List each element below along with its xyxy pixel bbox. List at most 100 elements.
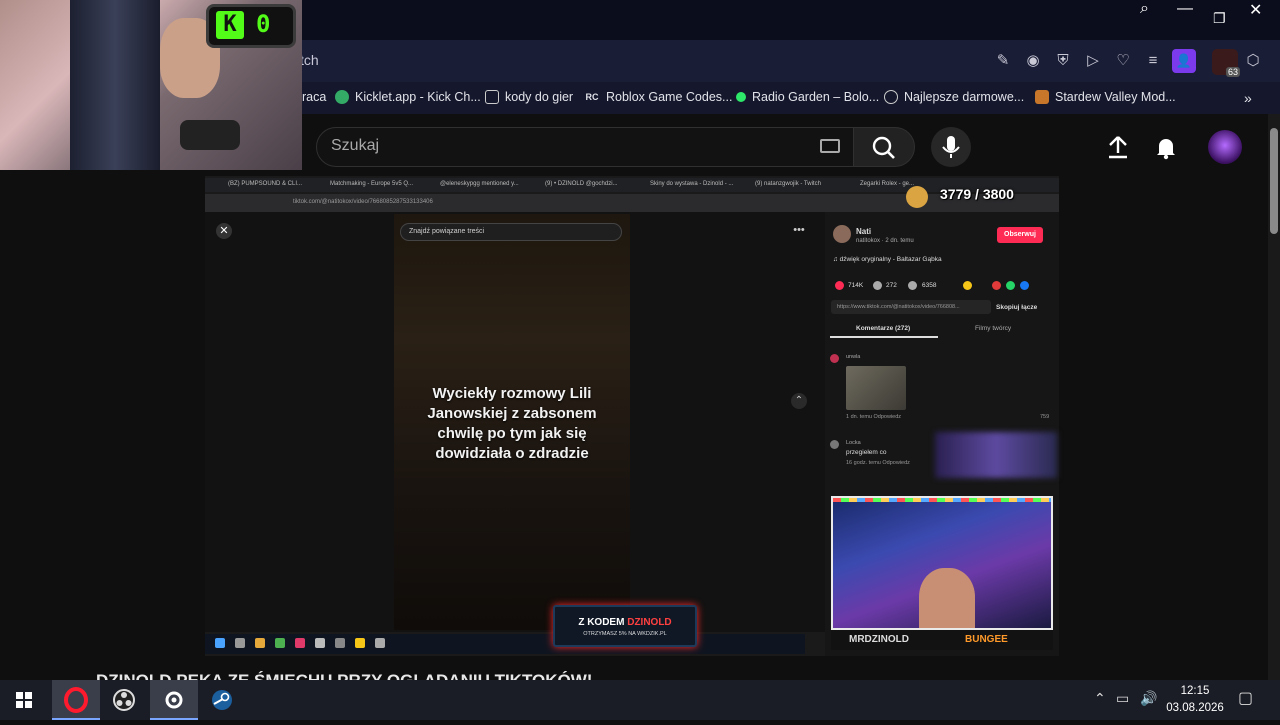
follow-button: Obserwuj [997, 227, 1043, 243]
avatar[interactable] [1208, 130, 1242, 164]
steelseries-icon [165, 691, 183, 709]
url-text[interactable]: tch [300, 52, 319, 68]
cube-icon[interactable]: ⬡ [1242, 50, 1264, 72]
restore-button[interactable]: ❐ [1213, 10, 1226, 27]
avatar [830, 440, 839, 449]
inner-tab: (BZ) PUMPSOUND & CLI... [228, 181, 303, 187]
social-handle: BUNGEE [965, 634, 1008, 645]
mic-icon [942, 136, 960, 158]
search-icon [872, 136, 895, 159]
comment-icon [873, 281, 882, 290]
radio-icon [736, 92, 746, 102]
search-input[interactable] [331, 137, 791, 155]
like-icon [835, 281, 844, 290]
bookmark-item[interactable]: kody do gier [485, 90, 573, 104]
blurred-overlay [935, 432, 1057, 478]
share-icon [1006, 281, 1015, 290]
upload-icon[interactable] [1105, 134, 1131, 160]
streamer-webcam [831, 496, 1053, 630]
inner-taskbar [205, 634, 805, 654]
comments-count: 272 [886, 282, 897, 289]
taskbar-opera[interactable] [52, 680, 100, 720]
notifications-icon[interactable] [1153, 134, 1179, 160]
tiktok-search: Znajdź powiązane treści [400, 223, 622, 241]
kicklet-icon [335, 90, 349, 104]
inner-tab: (9) natanzgwojik - Twitch [755, 181, 821, 187]
obs-icon [113, 689, 135, 711]
bookmark-item[interactable]: raca [302, 90, 326, 104]
profile-icon[interactable]: 👤 [1172, 49, 1196, 73]
opera-icon [64, 687, 88, 713]
inner-tab: (9) • DZINOLD @gochdzi... [545, 181, 618, 187]
comment-user: unwla [846, 354, 861, 360]
minimize-button[interactable]: — [1177, 0, 1193, 18]
bookmark-item[interactable]: Radio Garden – Bolo... [736, 90, 879, 104]
kick-logo-icon: K [216, 11, 244, 39]
avatar [830, 354, 839, 363]
video-headline: DZINOLD PĘKA ZE ŚMIECHU PRZY OGLĄDANIU T… [96, 664, 796, 680]
search-button[interactable] [853, 127, 915, 167]
social-handle: MRDZINOLD [849, 634, 909, 645]
likes-count: 714K [848, 282, 864, 289]
chevron-up-icon: ⌃ [791, 393, 807, 409]
inner-tab: Skiny do wystawa - Dzinold - ... [650, 181, 734, 187]
author-meta: natitokox · 2 dn. temu [856, 238, 914, 244]
bookmark-item[interactable]: RC Roblox Game Codes... [584, 90, 733, 104]
comment-user: Locka [846, 440, 861, 446]
chevron-up-icon[interactable]: ⌃ [1094, 690, 1106, 707]
inner-tab: Matchmaking - Europe 5v5 Q... [330, 181, 414, 187]
goal-counter: 3779 / 3800 [940, 186, 1014, 202]
scrollbar-thumb[interactable] [1270, 128, 1278, 234]
voice-search-button[interactable] [931, 127, 971, 167]
social-handles: MRDZINOLD BUNGEE [831, 630, 1053, 650]
rc-icon: RC [585, 92, 599, 102]
promo-banner: Z KODEM DZINOLD OTRZYMASZ 5% NA WKDZIK.P… [553, 605, 697, 647]
system-clock[interactable]: 12:15 03.08.2026 [1150, 683, 1240, 717]
inner-tab: Zegarki Rolex - ge... [860, 181, 915, 187]
share-coin-icon [963, 281, 972, 290]
clock-date: 03.08.2026 [1166, 702, 1224, 714]
start-button[interactable] [0, 680, 48, 720]
close-icon: ✕ [216, 223, 232, 239]
taskbar-steam[interactable] [198, 680, 246, 720]
bookmark-item[interactable]: Stardew Valley Mod... [1035, 90, 1176, 104]
comment-text: przegiełem co [846, 449, 887, 456]
comment-image [846, 366, 906, 410]
bookmarks-overflow-icon[interactable]: » [1244, 90, 1252, 106]
search-box[interactable] [316, 127, 854, 167]
folder-icon [485, 90, 499, 104]
notification-center-icon[interactable]: ▢ [1238, 688, 1253, 708]
heart-icon[interactable]: ♡ [1112, 50, 1134, 72]
network-icon[interactable]: ▭ [1116, 690, 1129, 707]
comment-likes: 759 [1040, 414, 1050, 420]
taskbar-obs[interactable] [100, 680, 148, 720]
inner-tab: @eleneskypgg mentioned y... [440, 181, 519, 187]
menu-icon[interactable]: ≡ [1142, 50, 1164, 72]
clock-time: 12:15 [1180, 685, 1210, 697]
extension-badge: 63 [1225, 67, 1240, 77]
share-icon [1020, 281, 1029, 290]
link-box: https://www.tiktok.com/@natitokox/video/… [831, 300, 991, 314]
extension-icon[interactable]: 63 [1212, 49, 1240, 77]
windows-icon [16, 692, 32, 708]
share-icon [992, 281, 1001, 290]
inner-address-bar: tiktok.com/@natitokox/video/766808528753… [205, 194, 1059, 212]
bookmark-item[interactable]: Kicklet.app - Kick Ch... [335, 90, 481, 104]
emblem-icon [884, 90, 898, 104]
sound-label: ♫ dźwięk oryginalny - Baltazar Gąbka [833, 256, 942, 263]
close-window-button[interactable]: ✕ [1249, 0, 1262, 20]
bookmark-icon [908, 281, 917, 290]
edit-icon[interactable]: ✎ [992, 50, 1014, 72]
taskbar-steelseries[interactable] [150, 680, 198, 720]
copy-link-button: Skopiuj łącze [996, 304, 1038, 311]
bookmark-item[interactable]: Najlepsze darmowe... [884, 90, 1024, 104]
play-icon[interactable]: ▷ [1082, 50, 1104, 72]
video-caption: Wyciekły rozmowy Lili Janowskiej z zabso… [427, 385, 597, 462]
kick-score-value: 0 [256, 10, 271, 38]
shield-icon[interactable]: ⛨ [1052, 50, 1074, 72]
keyboard-icon[interactable] [820, 139, 840, 153]
camera-icon[interactable]: ◉ [1022, 50, 1044, 72]
avatar [833, 225, 851, 243]
search-icon[interactable]: ⌕ [1140, 0, 1149, 18]
author-name: Nati [856, 227, 872, 236]
